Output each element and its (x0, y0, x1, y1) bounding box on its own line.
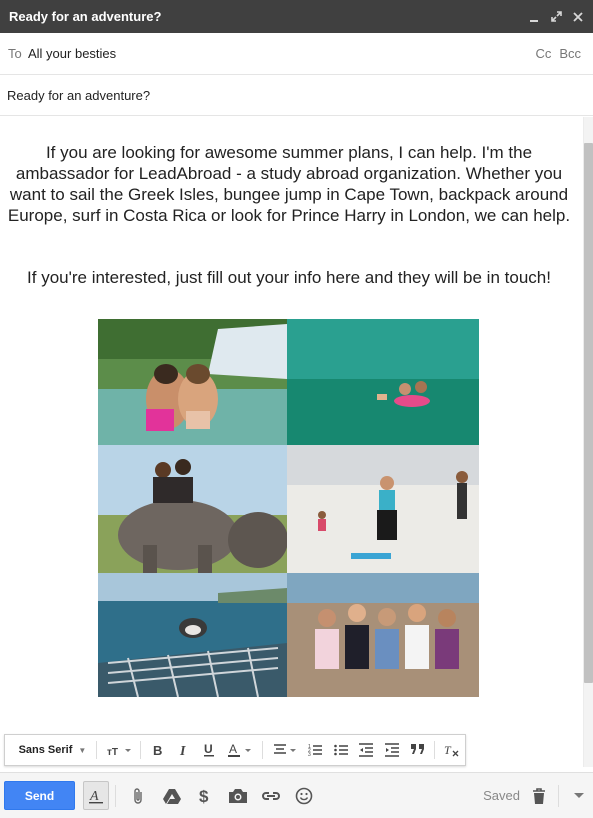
svg-text:B: B (153, 743, 162, 757)
partial-signature-text (7, 765, 87, 771)
bulleted-list-icon[interactable] (328, 734, 354, 766)
align-icon[interactable] (267, 734, 303, 766)
photo-waterfall-selfie (98, 319, 287, 445)
toolbar-divider (95, 741, 97, 759)
to-label: To (8, 46, 22, 61)
photo-shark-cage (98, 573, 287, 697)
bold-icon[interactable]: B (145, 734, 171, 766)
photo-collage (98, 319, 479, 697)
italic-icon[interactable]: I (171, 734, 197, 766)
toolbar-divider (140, 741, 142, 759)
drive-icon[interactable] (155, 781, 188, 810)
font-family-value: Sans Serif (18, 744, 73, 756)
toolbar-divider (434, 741, 436, 759)
compose-title-bar[interactable]: Ready for an adventure? (0, 0, 593, 33)
send-button[interactable]: Send (4, 781, 75, 810)
close-icon[interactable] (567, 0, 589, 33)
numbered-list-icon[interactable]: 123 (302, 734, 328, 766)
toolbar-divider (261, 741, 263, 759)
svg-text:A: A (229, 742, 237, 756)
bottom-divider (115, 784, 116, 807)
minimize-icon[interactable] (523, 0, 545, 33)
svg-text:A: A (89, 789, 99, 804)
text-color-icon[interactable]: A (222, 734, 258, 766)
saved-status: Saved (483, 788, 520, 803)
chevron-down-icon: ▼ (78, 745, 87, 755)
trash-icon[interactable] (526, 781, 552, 810)
subject-row[interactable]: Ready for an adventure? (0, 76, 593, 116)
attach-icon[interactable] (122, 781, 155, 810)
photo-sandboarding (287, 445, 479, 573)
indent-more-icon[interactable] (379, 734, 405, 766)
formatting-options-icon[interactable]: A (83, 781, 109, 810)
photo-icon[interactable] (221, 781, 254, 810)
compose-title: Ready for an adventure? (9, 9, 162, 24)
body-paragraph-1: If you are looking for awesome summer pl… (7, 143, 571, 225)
remove-formatting-icon[interactable]: T (439, 734, 465, 766)
indent-less-icon[interactable] (354, 734, 380, 766)
compose-bottom-bar: Send A $ Saved (0, 772, 593, 818)
link-icon[interactable] (254, 781, 287, 810)
emoji-icon[interactable] (287, 781, 320, 810)
underline-icon[interactable]: U (197, 734, 223, 766)
money-icon[interactable]: $ (188, 781, 221, 810)
svg-text:3: 3 (308, 752, 311, 757)
svg-text:$: $ (199, 787, 209, 805)
subject-field[interactable]: Ready for an adventure? (0, 88, 150, 103)
bcc-link[interactable]: Bcc (559, 46, 581, 61)
svg-text:T: T (444, 743, 452, 757)
scrollbar-thumb[interactable] (584, 143, 593, 683)
photo-ocean-float (287, 319, 479, 445)
quote-icon[interactable] (405, 734, 431, 766)
body-paragraph-2: If you're interested, just fill out your… (27, 268, 551, 287)
svg-text:I: I (179, 744, 186, 757)
photo-elephant-ride (98, 445, 287, 573)
font-size-icon[interactable]: тT (101, 734, 137, 766)
recipients-row[interactable]: To All your besties Cc Bcc (0, 33, 593, 75)
cc-link[interactable]: Cc (535, 46, 551, 61)
svg-text:U: U (204, 742, 213, 756)
font-family-select[interactable]: Sans Serif ▼ (5, 734, 92, 766)
svg-text:тT: тT (107, 747, 118, 757)
formatting-toolbar: Sans Serif ▼ тT B I U A 123 T (4, 734, 466, 766)
expand-icon[interactable] (545, 0, 567, 33)
recipients-field[interactable]: All your besties (28, 46, 535, 61)
photo-group-friends (287, 573, 479, 697)
more-options-icon[interactable] (565, 781, 593, 810)
bottom-divider (558, 784, 559, 807)
